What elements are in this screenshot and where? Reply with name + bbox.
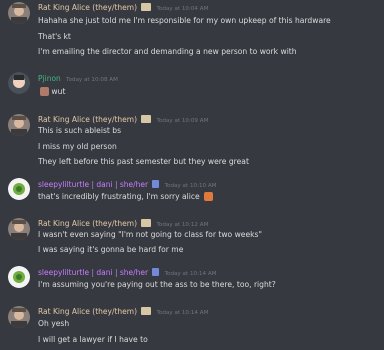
message-text: wut bbox=[38, 86, 66, 97]
timestamp: Today at 10:10 AM bbox=[164, 183, 217, 189]
message-group: sleepylilturtle | dani | she/her Today a… bbox=[0, 264, 384, 294]
avatar[interactable] bbox=[8, 306, 30, 328]
message-text: Hahaha she just told me I'm responsible … bbox=[38, 16, 331, 25]
message-group: Rat King Alice (they/them) Today at 10:1… bbox=[0, 304, 384, 350]
avatar[interactable] bbox=[8, 2, 30, 24]
emoji-icon bbox=[40, 86, 49, 96]
role-badge-icon bbox=[141, 115, 152, 123]
avatar[interactable] bbox=[8, 178, 30, 200]
avatar[interactable] bbox=[8, 218, 30, 240]
role-badge-icon bbox=[152, 268, 160, 276]
message-text: I wasn't even saying "I'm not going to c… bbox=[38, 230, 263, 239]
emoji-icon bbox=[204, 191, 214, 201]
message-group: Pjinon Today at 10:08 AM wut bbox=[0, 70, 384, 100]
author-name[interactable]: Rat King Alice (they/them) bbox=[38, 307, 137, 316]
role-badge-icon bbox=[141, 3, 152, 11]
timestamp: Today at 10:14 AM bbox=[164, 271, 217, 277]
message-text: That's kt bbox=[38, 32, 71, 41]
avatar[interactable] bbox=[8, 114, 30, 136]
timestamp: Today at 10:08 AM bbox=[66, 77, 118, 83]
timestamp: Today at 10:12 AM bbox=[156, 222, 209, 228]
author-name[interactable]: Rat King Alice (they/them) bbox=[38, 219, 137, 228]
message-text: I will get a lawyer if I have to bbox=[38, 335, 148, 344]
message-text-content: wut bbox=[51, 87, 66, 96]
message-text-content: that's incredibly frustrating, I'm sorry… bbox=[38, 192, 200, 201]
role-badge-icon bbox=[152, 180, 160, 188]
timestamp: Today at 10:14 AM bbox=[156, 310, 209, 316]
timestamp: Today at 10:09 AM bbox=[156, 118, 209, 124]
author-name[interactable]: Pjinon bbox=[38, 74, 61, 83]
timestamp: Today at 10:04 AM bbox=[156, 6, 209, 12]
author-name[interactable]: sleepylilturtle | dani | she/her bbox=[38, 180, 148, 189]
message-text: that's incredibly frustrating, I'm sorry… bbox=[38, 191, 214, 202]
author-name[interactable]: Rat King Alice (they/them) bbox=[38, 115, 137, 124]
role-badge-icon bbox=[141, 219, 152, 227]
message-group: Rat King Alice (they/them) Today at 10:0… bbox=[0, 0, 384, 60]
message-group: Rat King Alice (they/them) Today at 10:1… bbox=[0, 216, 384, 256]
message-text: I'm assuming you're paying out the ass t… bbox=[38, 280, 276, 289]
avatar[interactable] bbox=[8, 266, 30, 288]
author-name[interactable]: Rat King Alice (they/them) bbox=[38, 3, 137, 12]
message-group: Rat King Alice (they/them) Today at 10:0… bbox=[0, 112, 384, 168]
message-text: Oh yesh bbox=[38, 319, 70, 328]
role-badge-icon bbox=[141, 307, 152, 315]
message-text: I miss my old person bbox=[38, 142, 117, 151]
message-text: I'm emailing the director and demanding … bbox=[38, 47, 297, 56]
avatar[interactable] bbox=[8, 72, 30, 94]
message-text: They left before this past semester but … bbox=[38, 157, 249, 166]
message-text: This is such ableist bs bbox=[38, 126, 122, 135]
message-text: I was saying it's gonna be hard for me bbox=[38, 245, 184, 254]
message-group: sleepylilturtle | dani | she/her Today a… bbox=[0, 176, 384, 206]
author-name[interactable]: sleepylilturtle | dani | she/her bbox=[38, 268, 148, 277]
